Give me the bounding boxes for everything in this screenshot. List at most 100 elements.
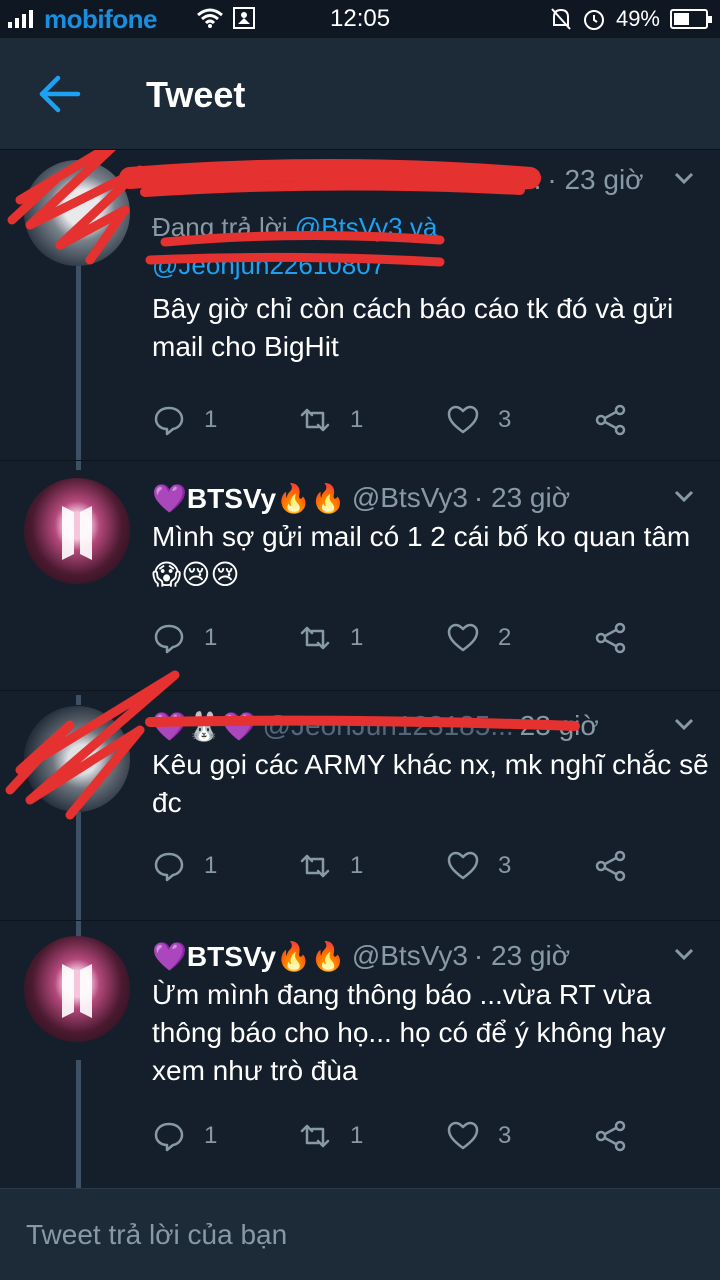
- reply-count: 1: [204, 852, 218, 879]
- retweet-count: 1: [350, 852, 364, 879]
- mute-icon: [551, 8, 571, 30]
- retweet-icon: [300, 408, 330, 432]
- author-name[interactable]: 💜BTSVy🔥🔥: [152, 940, 346, 973]
- tweet-actions: 1 1 2: [152, 618, 652, 658]
- tweet-text: Bây giờ chỉ còn cách báo cáo tk đó và gử…: [152, 293, 674, 362]
- chevron-down-icon[interactable]: [670, 940, 698, 968]
- bts-logo-image: [62, 506, 92, 560]
- like-button[interactable]: 3: [446, 849, 511, 883]
- tweet-time: · 23 giờ: [473, 482, 571, 513]
- reply-mention[interactable]: @Jeonjun22610807: [152, 250, 385, 280]
- retweet-button[interactable]: 1: [298, 403, 363, 437]
- reply-icon: [154, 852, 184, 882]
- wifi-icon: [197, 8, 223, 28]
- heart-icon: [447, 405, 479, 434]
- reply-mention[interactable]: @BtsVy3 và: [295, 212, 437, 242]
- chevron-down-icon[interactable]: [670, 710, 698, 738]
- tweet-time: · 23 giờ: [547, 164, 644, 195]
- bts-logo-image: [62, 964, 92, 1018]
- retweet-icon: [300, 626, 330, 650]
- author-name[interactable]: 💜🐰💜: [152, 710, 257, 743]
- reply-button[interactable]: 1: [152, 621, 217, 655]
- retweet-button[interactable]: 1: [298, 1119, 363, 1153]
- tweet-text: Ừm mình đang thông báo ...vừa RT vừa thô…: [152, 979, 666, 1086]
- app-header: Tweet: [0, 38, 720, 150]
- tweet-time: 23 giờ: [519, 710, 599, 741]
- like-count: 3: [498, 852, 512, 879]
- battery-percent: 49%: [615, 6, 660, 31]
- thread-connector: [76, 695, 81, 705]
- heart-icon: [447, 623, 479, 652]
- like-button[interactable]: 3: [446, 403, 511, 437]
- chevron-down-icon[interactable]: [670, 164, 698, 192]
- share-button[interactable]: [594, 621, 628, 655]
- retweet-button[interactable]: 1: [298, 621, 363, 655]
- like-button[interactable]: 3: [446, 1119, 511, 1153]
- status-bar: mobifone 12:05 49%: [0, 0, 720, 38]
- back-button[interactable]: [34, 68, 86, 120]
- reply-count: 1: [204, 624, 218, 651]
- share-icon: [595, 622, 626, 654]
- thread-connector: [76, 790, 81, 940]
- reply-context: Đang trả lời @BtsVy3 và @Jeonjun22610807: [152, 208, 437, 284]
- signal-icon: [8, 8, 33, 28]
- reply-button[interactable]: 1: [152, 1119, 217, 1153]
- author-name[interactable]: 💜BTSVy🔥🔥: [152, 482, 346, 515]
- like-count: 2: [498, 624, 512, 651]
- heart-icon: [447, 851, 479, 880]
- author-handle[interactable]: @BtsVy3: [352, 940, 468, 972]
- clock: 12:05: [330, 5, 391, 32]
- share-icon: [595, 850, 626, 882]
- reply-icon: [154, 1122, 184, 1152]
- divider: [0, 920, 720, 921]
- tweet-time: · 23 giờ: [473, 940, 571, 971]
- heart-icon: [447, 1121, 479, 1150]
- like-count: 3: [498, 406, 512, 433]
- carrier-name: mobifone: [44, 4, 158, 34]
- avatar[interactable]: [24, 936, 130, 1042]
- retweet-count: 1: [350, 1122, 364, 1149]
- notification-icon: [233, 7, 255, 29]
- reply-input[interactable]: [0, 1189, 720, 1280]
- retweet-count: 1: [350, 406, 364, 433]
- author-handle[interactable]: @JeonJun123185...: [263, 710, 514, 742]
- share-button[interactable]: [594, 849, 628, 883]
- retweet-icon: [300, 854, 330, 878]
- alarm-icon: [583, 10, 604, 30]
- divider: [0, 690, 720, 691]
- author-handle[interactable]: @BtsVy3: [352, 482, 468, 514]
- share-button[interactable]: [594, 1119, 628, 1153]
- tweet-actions: 1 1 3: [152, 846, 652, 886]
- reply-icon: [154, 406, 184, 436]
- back-arrow-icon: [39, 75, 81, 113]
- avatar[interactable]: [24, 706, 130, 812]
- battery-icon: [670, 9, 712, 29]
- avatar[interactable]: [24, 160, 130, 266]
- reply-count: 1: [204, 406, 218, 433]
- tweet-text: Mình sợ gửi mail có 1 2 cái bố ko quan t…: [152, 521, 691, 590]
- reply-count: 1: [204, 1122, 218, 1149]
- tweet-actions: 1 1 3: [152, 1116, 652, 1156]
- avatar[interactable]: [24, 478, 130, 584]
- like-button[interactable]: 2: [446, 621, 511, 655]
- share-icon: [595, 404, 626, 436]
- reply-button[interactable]: 1: [152, 403, 217, 437]
- author-handle[interactable]: 5.: [518, 164, 541, 196]
- reply-composer: [0, 1188, 720, 1280]
- like-count: 3: [498, 1122, 512, 1149]
- divider: [0, 460, 720, 461]
- tweet-text: Kêu gọi các ARMY khác nx, mk nghĩ chắc s…: [152, 749, 709, 818]
- tweet-actions: 1 1 3: [152, 400, 652, 440]
- page-title: Tweet: [146, 74, 246, 115]
- retweet-button[interactable]: 1: [298, 849, 363, 883]
- reply-prefix: Đang trả lời: [152, 212, 288, 242]
- retweet-icon: [300, 1124, 330, 1148]
- tweet-thread: 5. · 23 giờ Đang trả lời @BtsVy3 và @Jeo…: [0, 150, 720, 1188]
- reply-button[interactable]: 1: [152, 849, 217, 883]
- retweet-count: 1: [350, 624, 364, 651]
- thread-connector: [76, 1060, 81, 1188]
- reply-icon: [154, 624, 184, 654]
- chevron-down-icon[interactable]: [670, 482, 698, 510]
- share-button[interactable]: [594, 403, 628, 437]
- share-icon: [595, 1120, 626, 1152]
